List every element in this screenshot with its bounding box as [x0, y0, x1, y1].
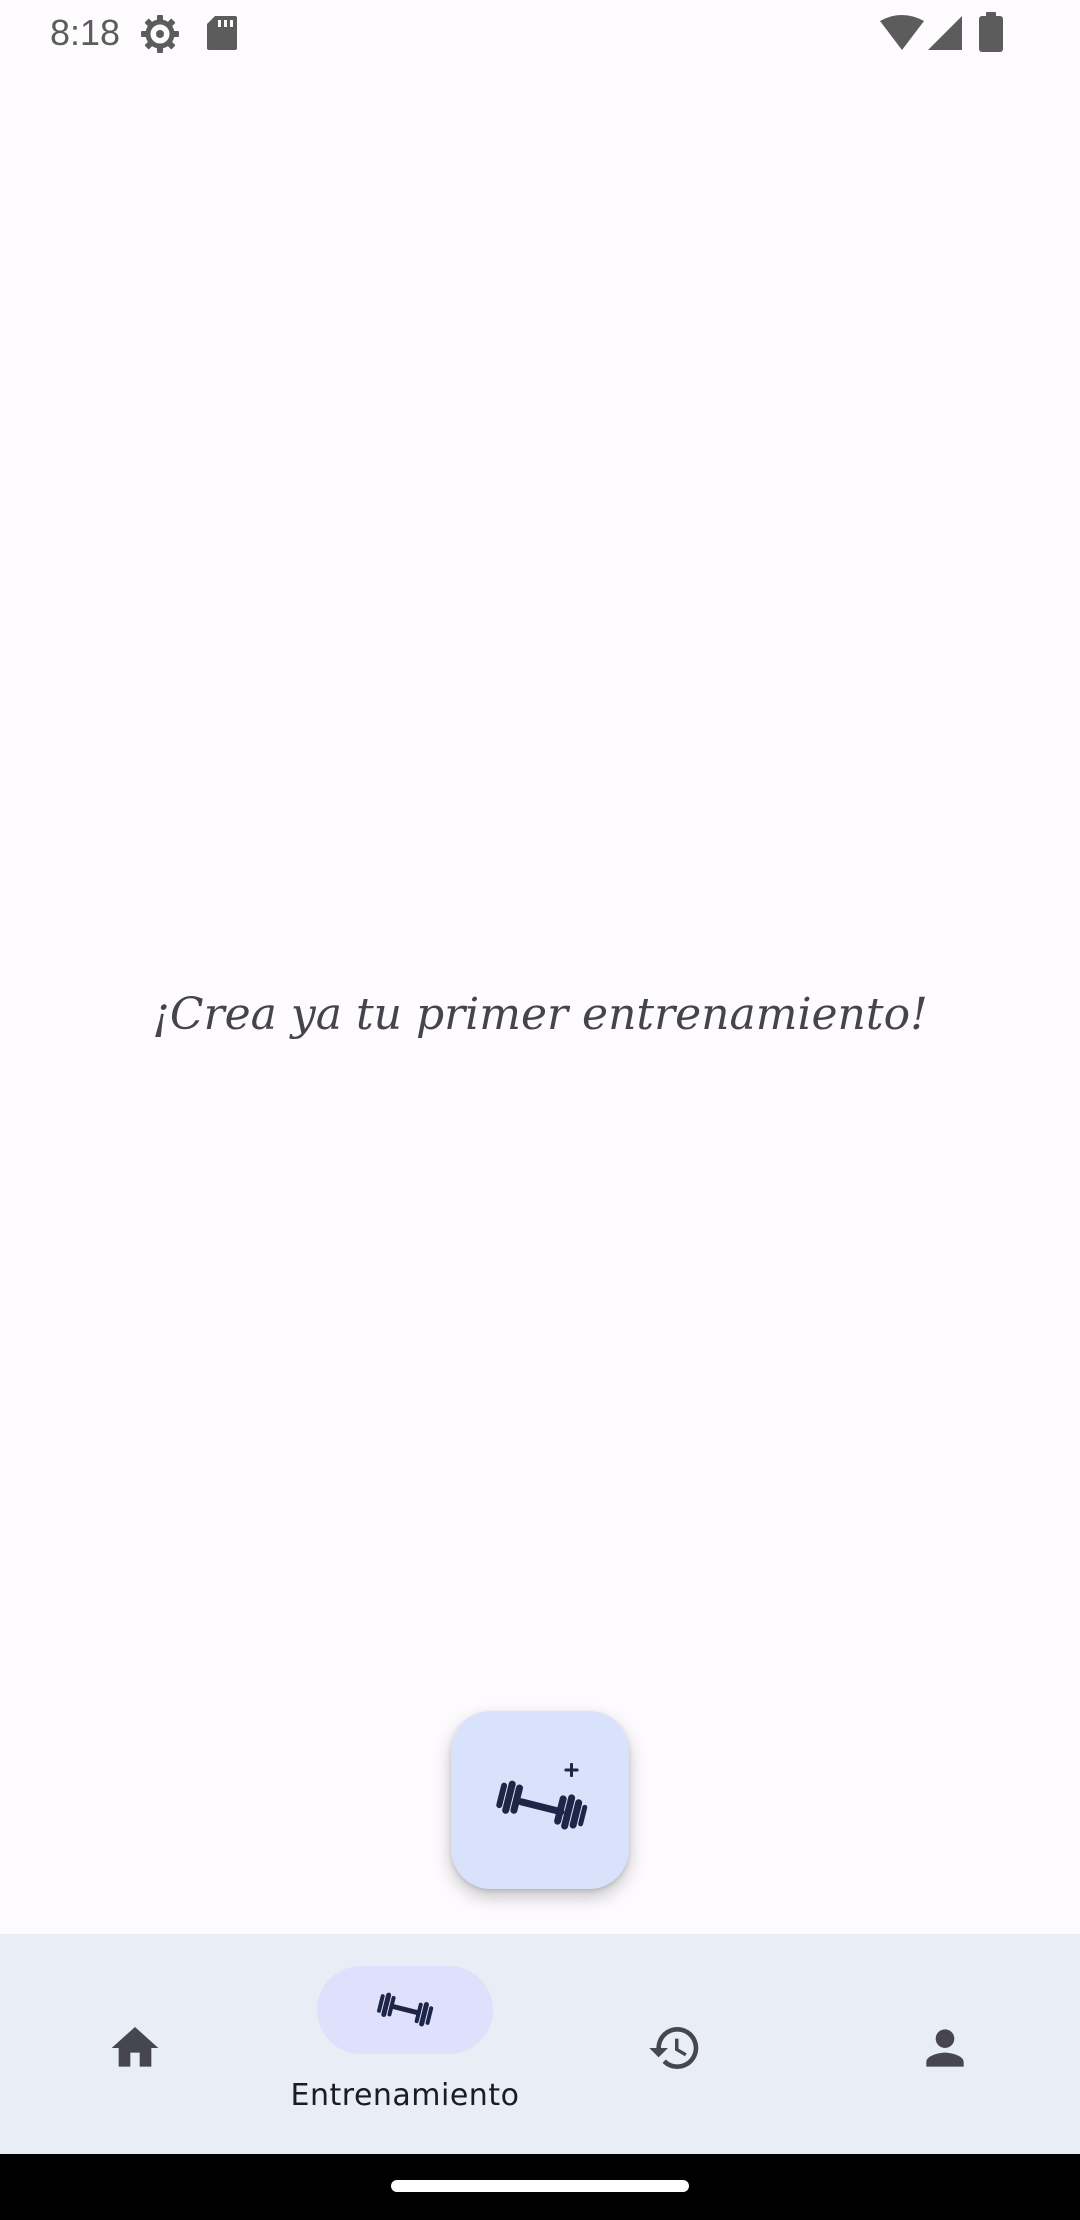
sd-card-icon — [207, 16, 237, 50]
bottom-navigation: Entrenamiento — [0, 1934, 1080, 2154]
cell-signal-icon — [928, 16, 962, 50]
person-icon — [926, 2029, 964, 2067]
dumbbell-icon — [377, 1992, 434, 2027]
wifi-icon — [880, 15, 924, 50]
nav-item-profile[interactable] — [810, 1934, 1080, 2154]
nav-selected-indicator — [317, 1966, 493, 2054]
status-bar: 8:18 — [0, 0, 1080, 66]
gear-icon — [141, 15, 179, 53]
status-time: 8:18 — [50, 12, 121, 53]
gesture-home-handle[interactable] — [391, 2180, 689, 2192]
empty-state-message: ¡Crea ya tu primer entrenamiento! — [152, 989, 928, 1040]
system-navigation-bar — [0, 2154, 1080, 2220]
nav-item-training[interactable]: Entrenamiento — [270, 1934, 540, 2154]
add-workout-fab[interactable] — [451, 1711, 629, 1889]
nav-item-home[interactable] — [0, 1934, 270, 2154]
nav-label-training: Entrenamiento — [290, 2078, 520, 2113]
home-icon — [111, 2027, 159, 2067]
add-dumbbell-icon — [496, 1763, 588, 1830]
nav-item-history[interactable] — [540, 1934, 810, 2154]
history-icon — [649, 2027, 699, 2069]
battery-icon — [979, 12, 1003, 52]
